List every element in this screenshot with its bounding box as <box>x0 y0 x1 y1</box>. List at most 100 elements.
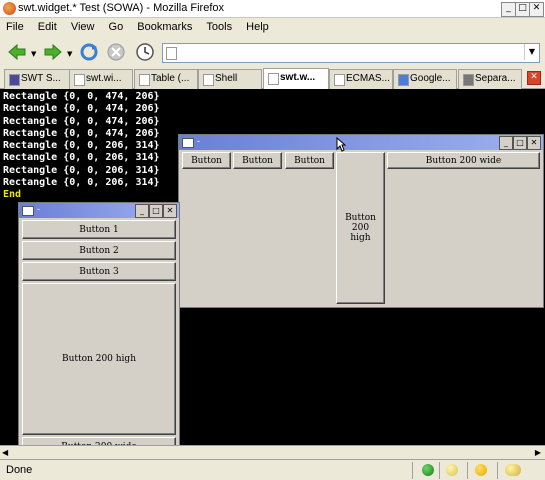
status-separator <box>412 462 413 479</box>
minimize-button[interactable]: _ <box>501 2 516 17</box>
left-shell-title: - <box>37 204 40 214</box>
tab-table[interactable]: Table (... <box>134 69 198 89</box>
menu-file[interactable]: File <box>0 19 29 33</box>
content-area: Rectangle {0, 0, 474, 206} Rectangle {0,… <box>0 89 545 445</box>
scroll-left-icon[interactable]: ◀ <box>2 448 8 457</box>
close-button[interactable]: ✕ <box>163 204 177 218</box>
close-button[interactable]: ✕ <box>529 2 544 17</box>
home-clock-icon[interactable] <box>136 43 154 61</box>
console-output: Rectangle {0, 0, 474, 206} Rectangle {0,… <box>3 91 160 202</box>
tab-swt-w-active[interactable]: swt.w... <box>263 68 329 90</box>
menu-go[interactable]: Go <box>103 19 129 33</box>
tab-label: Table (... <box>151 73 190 84</box>
tab-label: swt.wi... <box>86 73 122 84</box>
image-icon <box>463 74 474 86</box>
button-2[interactable]: Button 2 <box>22 241 176 260</box>
back-dropdown-icon[interactable]: ▼ <box>31 50 36 58</box>
output-line: Rectangle {0, 0, 206, 314} <box>3 152 160 164</box>
sun-status-icon[interactable] <box>475 464 487 476</box>
stop-icon[interactable] <box>107 43 125 61</box>
yellow-status-icon[interactable] <box>446 464 458 476</box>
status-separator <box>497 462 498 479</box>
page-icon <box>166 47 177 60</box>
tab-google[interactable]: Google... <box>393 69 457 89</box>
button-200-high[interactable]: Button 200 high <box>22 283 176 435</box>
button-3[interactable]: Button 3 <box>22 262 176 281</box>
page-icon <box>139 74 150 86</box>
tab-separa[interactable]: Separa... <box>458 69 522 89</box>
menu-edit[interactable]: Edit <box>32 19 62 33</box>
tab-swt-wi[interactable]: swt.wi... <box>69 69 133 89</box>
mouse-cursor-icon <box>336 137 346 152</box>
button-200-wide[interactable]: Button 200 wide <box>387 152 540 169</box>
output-line: Rectangle {0, 0, 474, 206} <box>3 115 160 127</box>
status-separator <box>467 462 468 479</box>
output-line: Rectangle {0, 0, 206, 314} <box>3 164 160 176</box>
maximize-button[interactable]: □ <box>515 2 530 17</box>
close-button[interactable]: ✕ <box>527 136 541 150</box>
tab-shell[interactable]: Shell <box>198 69 262 89</box>
right-shell-window: - _ □ ✕ Button Button Button Button 200 … <box>178 134 544 308</box>
green-status-icon[interactable] <box>422 464 434 476</box>
output-line: Rectangle {0, 0, 474, 206} <box>3 103 160 115</box>
horizontal-scrollbar[interactable]: ◀ ▶ <box>0 445 545 459</box>
window-icon <box>182 138 194 148</box>
url-dropdown-icon[interactable]: ▼ <box>524 44 539 60</box>
forward-arrow-icon[interactable] <box>44 43 62 61</box>
output-line: Rectangle {0, 0, 474, 206} <box>3 91 160 102</box>
menu-help[interactable]: Help <box>240 19 274 33</box>
status-bar: Done <box>0 459 545 480</box>
output-end: End <box>3 189 22 201</box>
tab-label: swt.w... <box>280 72 316 83</box>
output-line: Rectangle {0, 0, 206, 314} <box>3 140 160 152</box>
right-shell-titlebar[interactable]: - _ □ ✕ <box>179 135 543 150</box>
tab-label: SWT S... <box>21 73 61 84</box>
tab-label: ECMAS... <box>346 73 390 84</box>
button-1[interactable]: Button 1 <box>22 220 176 239</box>
window-titlebar: swt.widget.* Test (SOWA) - Mozilla Firef… <box>0 0 545 18</box>
left-shell-window: - _ □ ✕ Button 1 Button 2 Button 3 Butto… <box>18 202 180 445</box>
reload-icon[interactable] <box>80 43 98 61</box>
page-icon <box>268 73 279 85</box>
tab-label: Shell <box>215 73 238 84</box>
button-200-wide[interactable]: Button 200 wide <box>22 437 176 445</box>
menu-bar: File Edit View Go Bookmarks Tools Help <box>0 19 545 37</box>
page-icon <box>203 74 214 86</box>
tab-bar: SWT S... swt.wi... Table (... Shell swt.… <box>0 67 545 90</box>
eclipse-icon <box>9 74 20 86</box>
output-line: Rectangle {0, 0, 206, 314} <box>3 177 160 189</box>
url-field[interactable]: ▼ <box>162 43 540 63</box>
forward-dropdown-icon[interactable]: ▼ <box>67 50 72 58</box>
window-icon <box>22 206 34 216</box>
right-shell-title: - <box>197 136 200 146</box>
maximize-button[interactable]: □ <box>513 136 527 150</box>
menu-view[interactable]: View <box>65 19 100 33</box>
weather-status-icon[interactable] <box>505 464 521 476</box>
maximize-button[interactable]: □ <box>149 204 163 218</box>
page-icon <box>334 74 345 86</box>
status-separator <box>439 462 440 479</box>
tab-swt-s[interactable]: SWT S... <box>4 69 70 89</box>
status-text: Done <box>6 464 33 476</box>
window-title: swt.widget.* Test (SOWA) - Mozilla Firef… <box>18 2 224 14</box>
menu-tools[interactable]: Tools <box>200 19 237 33</box>
tab-label: Separa... <box>475 73 516 84</box>
scroll-right-icon[interactable]: ▶ <box>535 448 541 457</box>
firefox-icon <box>3 2 16 15</box>
back-arrow-icon[interactable] <box>8 43 26 61</box>
button-2[interactable]: Button <box>233 152 282 169</box>
button-3[interactable]: Button <box>285 152 334 169</box>
left-shell-titlebar[interactable]: - _ □ ✕ <box>19 203 179 218</box>
tab-ecmas[interactable]: ECMAS... <box>329 69 393 89</box>
close-tab-icon[interactable]: ✕ <box>527 71 541 85</box>
tab-label: Google... <box>410 73 451 84</box>
menu-bookmarks[interactable]: Bookmarks <box>131 19 197 33</box>
minimize-button[interactable]: _ <box>135 204 149 218</box>
output-line: Rectangle {0, 0, 474, 206} <box>3 127 160 139</box>
page-icon <box>74 74 85 86</box>
button-200-high[interactable]: Button 200 high <box>336 152 385 304</box>
button-1[interactable]: Button <box>182 152 231 169</box>
minimize-button[interactable]: _ <box>499 136 513 150</box>
navigation-toolbar: ▼ ▼ ▼ <box>0 37 545 67</box>
google-icon <box>398 74 409 86</box>
